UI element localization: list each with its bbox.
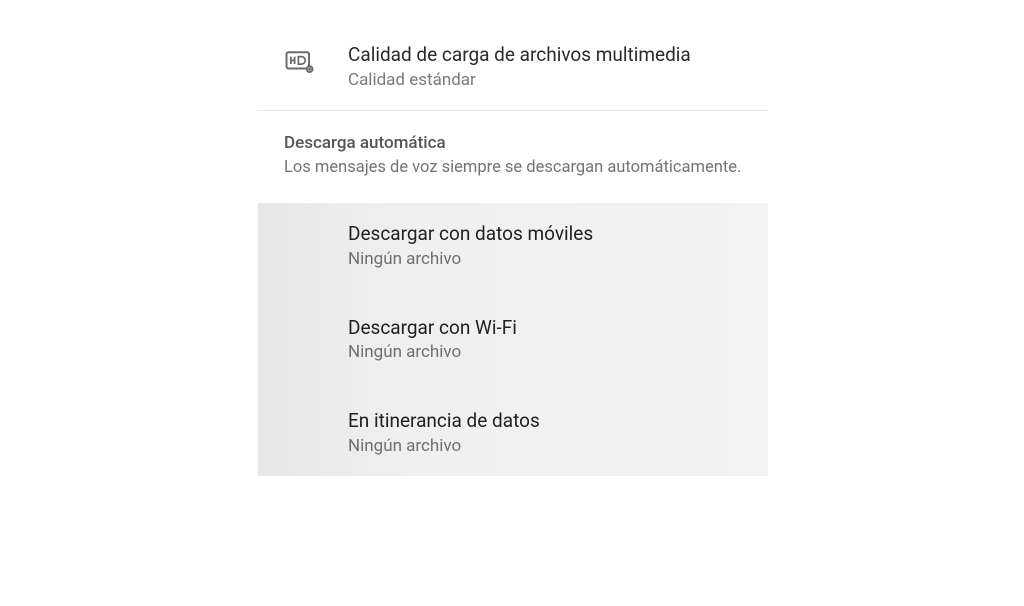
download-wifi-row[interactable]: Descargar con Wi-Fi Ningún archivo: [258, 297, 768, 369]
download-mobile-data-sub: Ningún archivo: [348, 249, 768, 269]
hd-icon: [284, 46, 314, 76]
download-wifi-title: Descargar con Wi-Fi: [348, 315, 768, 341]
upload-quality-text: Calidad de carga de archivos multimedia …: [348, 42, 691, 90]
upload-quality-subtitle: Calidad estándar: [348, 70, 691, 90]
auto-download-header: Descarga automática: [284, 133, 768, 153]
upload-quality-title: Calidad de carga de archivos multimedia: [348, 42, 691, 68]
download-mobile-data-title: Descargar con datos móviles: [348, 221, 768, 247]
download-wifi-sub: Ningún archivo: [348, 342, 768, 362]
auto-download-options: Descargar con datos móviles Ningún archi…: [258, 203, 768, 476]
auto-download-desc: Los mensajes de voz siempre se descargan…: [284, 157, 768, 179]
auto-download-section-header: Descarga automática Los mensajes de voz …: [258, 111, 768, 183]
download-roaming-sub: Ningún archivo: [348, 436, 768, 456]
download-mobile-data-row[interactable]: Descargar con datos móviles Ningún archi…: [258, 203, 768, 275]
upload-quality-row[interactable]: Calidad de carga de archivos multimedia …: [258, 30, 768, 111]
download-roaming-title: En itinerancia de datos: [348, 408, 768, 434]
download-roaming-row[interactable]: En itinerancia de datos Ningún archivo: [258, 390, 768, 462]
settings-panel: Calidad de carga de archivos multimedia …: [258, 30, 768, 476]
